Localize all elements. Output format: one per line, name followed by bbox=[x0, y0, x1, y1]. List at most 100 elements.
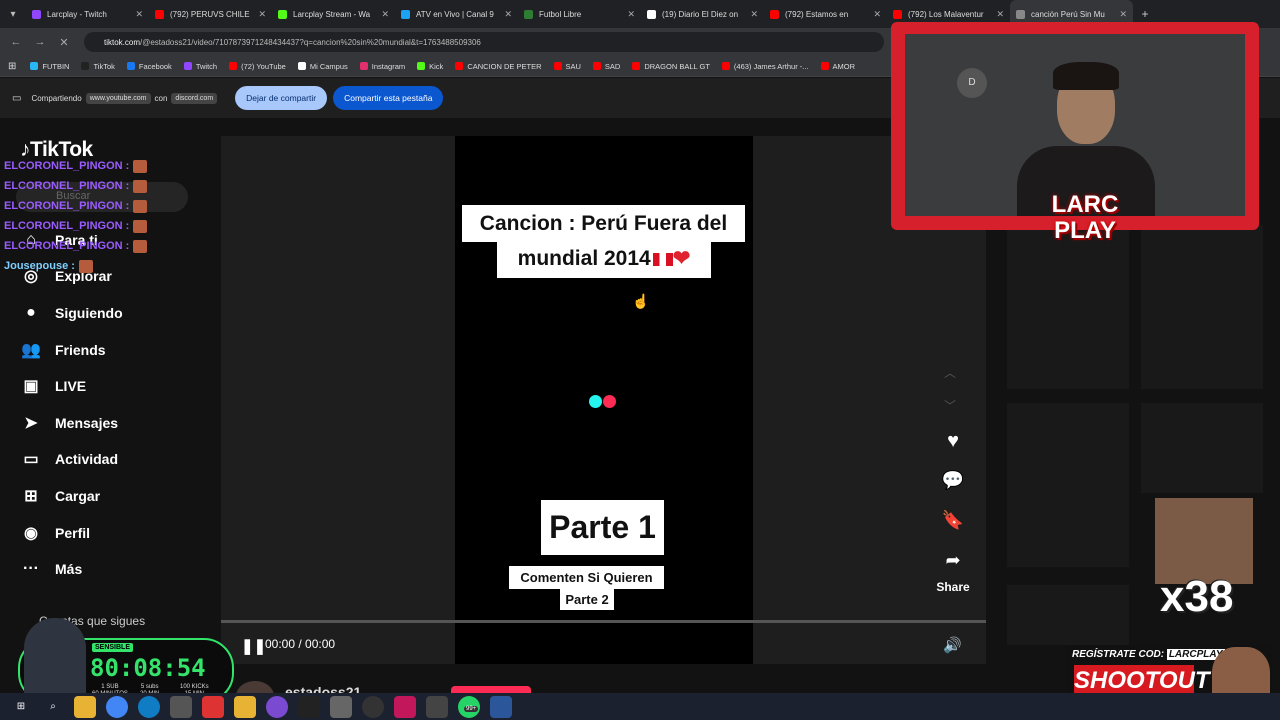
browser-tab[interactable]: (19) Diario El Diez on ✕ bbox=[641, 0, 764, 28]
volume-icon[interactable]: 🔊 bbox=[943, 636, 962, 654]
bookmark-item[interactable]: Facebook bbox=[126, 62, 172, 71]
video-progress-bar[interactable] bbox=[221, 620, 986, 623]
address-bar[interactable]: tiktok.com /@estadoss21/video/7107873971… bbox=[84, 32, 884, 52]
tab-title: canción Perú Sin Mu bbox=[1031, 9, 1105, 19]
related-video-thumb[interactable] bbox=[1007, 585, 1129, 645]
browser-tab[interactable]: (792) Estamos en ✕ bbox=[764, 0, 887, 28]
chat-message: ELCORONEL_PINGON : bbox=[4, 156, 148, 176]
bookmark-label: AMOR bbox=[832, 61, 856, 71]
video-caption-line1: Cancion : Perú Fuera del bbox=[462, 205, 745, 242]
sidebar-item-actividad[interactable]: ▭ Actividad bbox=[18, 446, 118, 472]
bookmark-icon[interactable]: 🔖 bbox=[940, 510, 966, 531]
sidebar-item-cargar[interactable]: ⊞ Cargar bbox=[18, 483, 100, 509]
sidebar-item-más[interactable]: ··· Más bbox=[18, 556, 82, 582]
bookmark-item[interactable]: Twitch bbox=[183, 62, 217, 71]
webcam-feed: D bbox=[905, 34, 1245, 216]
related-video-thumb[interactable] bbox=[1141, 225, 1263, 389]
stop-loading-icon[interactable]: ✕ bbox=[52, 36, 76, 49]
part-label: Parte 1 bbox=[541, 500, 664, 555]
search-icon[interactable]: ⌕ bbox=[42, 696, 64, 718]
tab-favicon-icon bbox=[524, 9, 533, 19]
pause-icon[interactable]: ❚❚ bbox=[241, 637, 266, 655]
folder-icon[interactable] bbox=[234, 695, 256, 718]
back-icon[interactable]: ← bbox=[4, 36, 28, 48]
file-explorer-icon[interactable] bbox=[74, 695, 96, 718]
close-tab-icon[interactable]: ✕ bbox=[1119, 9, 1127, 20]
apps-grid-icon[interactable]: ⊞ bbox=[8, 61, 16, 72]
close-tab-icon[interactable]: ✕ bbox=[135, 9, 143, 20]
sidebar-item-friends[interactable]: 👥 Friends bbox=[18, 337, 106, 363]
tab-favicon-icon bbox=[32, 9, 41, 19]
sidebar-item-siguiendo[interactable]: ● Siguiendo bbox=[18, 300, 123, 326]
video-caption-line2: mundial 2014 ❤ bbox=[497, 242, 711, 278]
calculator-icon[interactable] bbox=[426, 695, 448, 718]
browser-tab[interactable]: Futbol Libre ✕ bbox=[518, 0, 641, 28]
streamer-hair bbox=[1053, 62, 1119, 90]
close-tab-icon[interactable]: ✕ bbox=[750, 9, 758, 20]
tab-title: (792) PERUVS CHILE bbox=[170, 9, 250, 19]
new-tab-button[interactable]: + bbox=[1133, 7, 1157, 21]
whatsapp-icon[interactable]: 99+ bbox=[458, 695, 480, 718]
bookmark-favicon-icon bbox=[359, 62, 368, 70]
sidebar-item-perfil[interactable]: ◉ Perfil bbox=[18, 520, 90, 546]
app-icon[interactable] bbox=[330, 695, 352, 718]
edge-icon[interactable] bbox=[138, 695, 160, 718]
close-tab-icon[interactable]: ✕ bbox=[504, 9, 512, 20]
bookmark-item[interactable]: Kick bbox=[417, 62, 443, 71]
close-tab-icon[interactable]: ✕ bbox=[627, 9, 635, 20]
related-video-thumb[interactable] bbox=[1007, 403, 1129, 567]
sidebar-item-label: Perfil bbox=[55, 525, 91, 541]
sidebar-item-label: LIVE bbox=[55, 378, 87, 394]
bookmark-item[interactable]: CANCION DE PETER bbox=[455, 62, 542, 71]
app-icon[interactable] bbox=[394, 695, 416, 718]
chat-username: ELCORONEL_PINGON : bbox=[4, 200, 130, 212]
previous-video-icon[interactable]: ︿ bbox=[944, 364, 956, 381]
bookmark-item[interactable]: AMOR bbox=[820, 61, 856, 71]
windows-start-icon[interactable]: ⊞ bbox=[10, 696, 32, 718]
share-this-tab-button[interactable]: Compartir esta pestaña bbox=[333, 86, 444, 110]
browser-tab[interactable]: ATV en Vivo | Canal 9 ✕ bbox=[395, 0, 518, 28]
close-tab-icon[interactable]: ✕ bbox=[258, 9, 266, 20]
bookmark-favicon-icon bbox=[820, 62, 829, 70]
like-icon[interactable]: ♥ bbox=[940, 430, 966, 453]
chrome-icon[interactable] bbox=[106, 695, 128, 718]
app-icon[interactable] bbox=[266, 695, 288, 718]
bookmark-item[interactable]: SAU bbox=[553, 61, 581, 71]
bookmark-item[interactable]: (463) James Arthur -... bbox=[721, 62, 809, 71]
bookmark-label: SAU bbox=[565, 61, 581, 71]
obs-icon[interactable] bbox=[362, 695, 384, 718]
browser-tab[interactable]: Larcplay - Twitch ✕ bbox=[26, 0, 149, 28]
stop-sharing-button[interactable]: Dejar de compartir bbox=[235, 86, 328, 110]
comment-icon[interactable]: 💬 bbox=[940, 470, 966, 491]
chat-username: Jousepouse : bbox=[4, 260, 75, 272]
bookmark-item[interactable]: SAD bbox=[592, 62, 620, 71]
close-tab-icon[interactable]: ✕ bbox=[996, 9, 1004, 20]
chat-username: ELCORONEL_PINGON : bbox=[4, 240, 130, 252]
chat-message: Jousepouse : bbox=[4, 256, 147, 276]
close-tab-icon[interactable]: ✕ bbox=[381, 9, 389, 20]
app-icon[interactable] bbox=[202, 695, 224, 718]
sidebar-item-label: Más bbox=[55, 561, 83, 577]
word-icon[interactable] bbox=[490, 695, 512, 718]
bookmark-item[interactable]: (72) YouTube bbox=[229, 62, 286, 71]
bookmark-item[interactable]: Mi Campus bbox=[297, 62, 348, 71]
bookmark-item[interactable]: Instagram bbox=[359, 62, 405, 71]
bookmark-item[interactable]: TikTok bbox=[81, 62, 115, 71]
capcut-icon[interactable] bbox=[298, 695, 320, 718]
sidebar-item-mensajes[interactable]: ➤ Mensajes bbox=[18, 410, 118, 436]
sidebar-item-live[interactable]: ▣ LIVE bbox=[18, 373, 86, 399]
tab-favicon-icon bbox=[770, 9, 779, 19]
bookmark-item[interactable]: DRAGON BALL GT bbox=[632, 62, 710, 71]
forward-icon[interactable]: → bbox=[28, 36, 52, 48]
tab-search-icon[interactable]: ▾ bbox=[0, 0, 26, 28]
browser-tab[interactable]: (792) PERUVS CHILE ✕ bbox=[149, 0, 272, 28]
app-icon[interactable] bbox=[170, 695, 192, 718]
browser-tab[interactable]: Larcplay Stream - Wa ✕ bbox=[272, 0, 395, 28]
close-tab-icon[interactable]: ✕ bbox=[873, 9, 881, 20]
timer-label: SENSIBLE bbox=[92, 643, 134, 652]
next-video-icon[interactable]: ﹀ bbox=[944, 397, 956, 414]
related-video-thumb[interactable] bbox=[1007, 225, 1129, 389]
bookmark-item[interactable]: FUTBIN bbox=[30, 62, 69, 71]
share-icon[interactable]: ➦ bbox=[940, 550, 966, 571]
related-video-thumb[interactable] bbox=[1141, 403, 1263, 493]
